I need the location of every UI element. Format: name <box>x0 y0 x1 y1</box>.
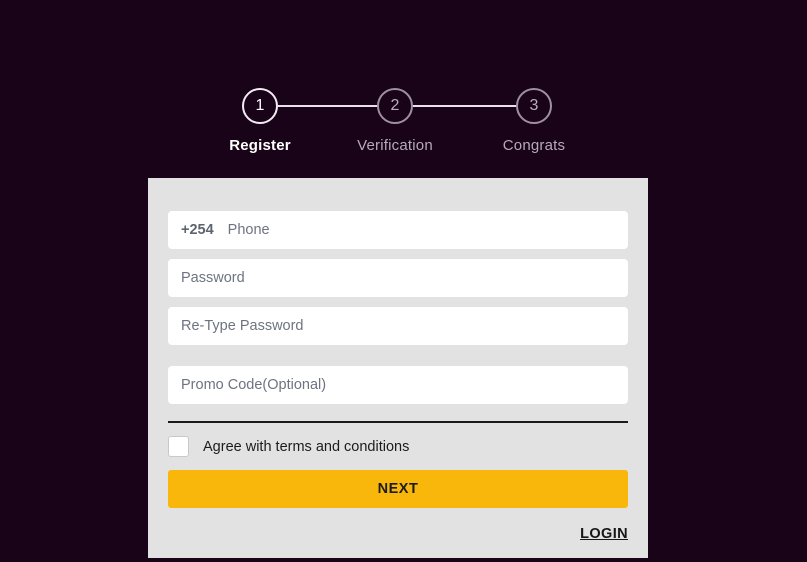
step-label-congrats: Congrats <box>502 137 566 154</box>
phone-field-wrapper[interactable]: +254 Phone <box>168 211 628 249</box>
retype-password-field-wrapper[interactable]: Re-Type Password <box>168 307 628 345</box>
promo-code-input-placeholder: Promo Code(Optional) <box>181 377 327 393</box>
terms-checkbox[interactable] <box>168 436 189 457</box>
login-link[interactable]: LOGIN <box>580 526 628 542</box>
registration-card: +254 Phone Password Re-Type Password Pro… <box>148 178 648 558</box>
terms-row[interactable]: Agree with terms and conditions <box>168 436 628 457</box>
step-number-circle-2: 2 <box>377 88 413 124</box>
stepper-step-verification[interactable]: 2 Verification <box>325 88 465 154</box>
password-input-placeholder: Password <box>181 270 245 286</box>
step-number-circle-1: 1 <box>242 88 278 124</box>
registration-stepper: 1 Register 2 Verification 3 Congrats <box>0 88 807 163</box>
phone-country-code: +254 <box>181 222 214 238</box>
form-divider <box>168 421 628 423</box>
stepper-step-register[interactable]: 1 Register <box>190 88 330 154</box>
stepper-step-congrats[interactable]: 3 Congrats <box>464 88 604 154</box>
stepper-connector-2-3 <box>413 105 531 107</box>
step-label-verification: Verification <box>357 137 433 154</box>
login-row: LOGIN <box>168 525 628 543</box>
step-number-3: 3 <box>529 97 539 114</box>
retype-password-input-placeholder: Re-Type Password <box>181 318 304 334</box>
step-number-2: 2 <box>390 97 400 114</box>
step-number-1: 1 <box>255 97 265 114</box>
terms-label: Agree with terms and conditions <box>203 438 410 455</box>
phone-input-placeholder: Phone <box>227 222 270 238</box>
step-number-circle-3: 3 <box>516 88 552 124</box>
next-button[interactable]: NEXT <box>168 470 628 508</box>
step-label-register: Register <box>229 137 291 154</box>
password-field-wrapper[interactable]: Password <box>168 259 628 297</box>
promo-code-field-wrapper[interactable]: Promo Code(Optional) <box>168 366 628 404</box>
